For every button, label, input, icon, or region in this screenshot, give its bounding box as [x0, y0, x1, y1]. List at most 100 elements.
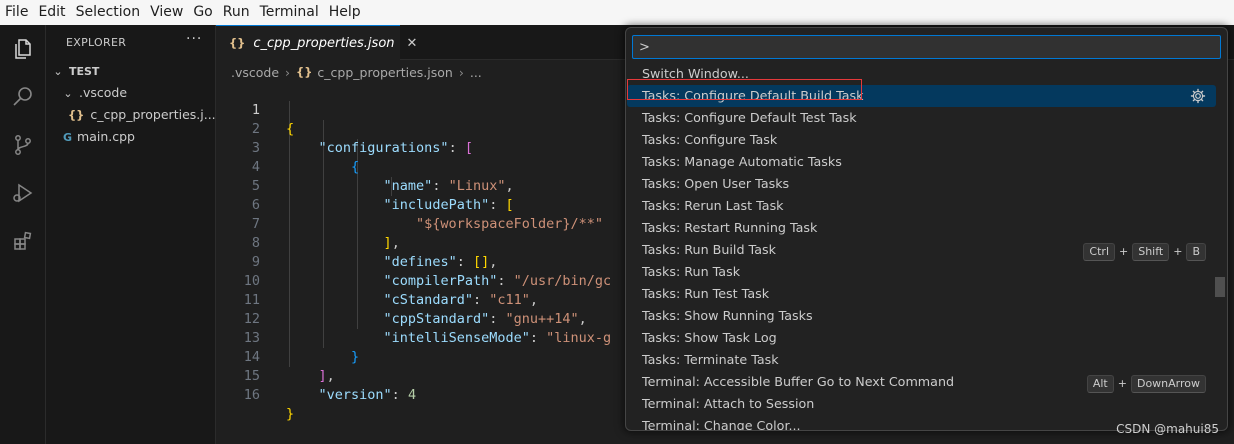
json-key: "cStandard": [383, 292, 473, 308]
breadcrumb-symbol[interactable]: ...: [470, 65, 482, 80]
menu-selection[interactable]: Selection: [71, 0, 146, 25]
code-line: 2 "configurations": [: [216, 101, 473, 156]
code-line: 12 "intelliSenseMode": "linux-g: [216, 291, 611, 346]
json-key: "includePath": [383, 197, 490, 213]
command-item-run-build-task[interactable]: Tasks: Run Build Task Ctrl + Shift + B: [627, 239, 1216, 261]
code-line: 6 "${workspaceFolder}/**": [216, 177, 603, 232]
code-line: 4 "name": "Linux",: [216, 139, 514, 194]
command-palette: Switch Window... Tasks: Configure Defaul…: [625, 27, 1228, 431]
code-line: 15 "version": 4: [216, 348, 416, 403]
line-number: 16: [243, 387, 260, 403]
scrollbar-thumb[interactable]: [1215, 277, 1225, 297]
highlight-annotation-box: [627, 79, 862, 100]
key-label: DownArrow: [1130, 375, 1206, 393]
menu-go[interactable]: Go: [188, 0, 217, 25]
file-label: c_cpp_properties.j...: [90, 107, 215, 122]
plus-sign: +: [1173, 245, 1183, 258]
tree-file-c-cpp-properties[interactable]: {} c_cpp_properties.j...: [46, 104, 215, 126]
key-label: Shift: [1132, 243, 1170, 261]
json-value: 4: [407, 387, 417, 403]
keybinding: Alt + DownArrow: [1086, 373, 1206, 395]
command-item[interactable]: Tasks: Run Task: [627, 261, 1216, 283]
json-file-icon: {}: [68, 108, 85, 122]
menu-help[interactable]: Help: [324, 0, 366, 25]
command-list: Switch Window... Tasks: Configure Defaul…: [626, 63, 1227, 430]
json-key: "cppStandard": [383, 311, 490, 327]
command-label: Tasks: Run Build Task: [642, 242, 776, 257]
run-debug-icon[interactable]: [0, 169, 46, 217]
json-key: "compilerPath": [383, 273, 498, 289]
code-line: 11 "cppStandard": "gnu++14",: [216, 272, 587, 327]
source-control-icon[interactable]: [0, 121, 46, 169]
code-line: 7 ],: [216, 196, 400, 251]
json-key: "intelliSenseMode": [383, 330, 530, 346]
breadcrumb-folder[interactable]: .vscode: [231, 65, 279, 80]
command-item[interactable]: Tasks: Rerun Last Task: [627, 195, 1216, 217]
json-value: "c11": [489, 292, 530, 308]
command-item[interactable]: Tasks: Show Task Log: [627, 327, 1216, 349]
command-item[interactable]: Tasks: Restart Running Task: [627, 217, 1216, 239]
code-line: 10 "cStandard": "c11",: [216, 253, 538, 308]
json-key: "defines": [383, 254, 457, 270]
folder-label: .vscode: [78, 85, 128, 100]
code-line: 1 {: [216, 82, 294, 137]
workspace-folder[interactable]: ⌄ TEST: [46, 60, 215, 82]
more-actions-icon[interactable]: ···: [186, 31, 202, 47]
explorer-sidebar: EXPLORER ··· ⌄ TEST ⌄ .vscode {} c_cpp_pr…: [46, 25, 216, 444]
command-item[interactable]: Tasks: Run Test Task: [627, 283, 1216, 305]
breadcrumb: .vscode › {} c_cpp_properties.json › ...: [231, 62, 482, 82]
menu-view[interactable]: View: [145, 0, 188, 25]
json-key: "version": [318, 387, 392, 403]
json-key: "name": [383, 178, 433, 194]
tab-c-cpp-properties[interactable]: {} c_cpp_properties.json ✕: [216, 25, 417, 60]
json-key: "configurations": [318, 140, 449, 156]
command-item[interactable]: Tasks: Configure Task: [627, 129, 1216, 151]
code-line: 9 "compilerPath": "/usr/bin/gc: [216, 234, 611, 289]
command-input[interactable]: [632, 35, 1221, 59]
code-line: 8 "defines": [],: [216, 215, 498, 270]
chevron-down-icon: ⌄: [53, 65, 63, 78]
command-item-accessible-buffer[interactable]: Terminal: Accessible Buffer Go to Next C…: [627, 371, 1216, 393]
plus-sign: +: [1117, 377, 1127, 390]
tab-label: c_cpp_properties.json: [253, 35, 395, 51]
extensions-icon[interactable]: [0, 217, 46, 265]
workspace-label: TEST: [68, 65, 100, 78]
tree-folder-vscode[interactable]: ⌄ .vscode: [46, 82, 215, 104]
menu-run[interactable]: Run: [218, 0, 255, 25]
keybinding: Ctrl + Shift + B: [1083, 241, 1206, 263]
close-icon[interactable]: ✕: [407, 36, 418, 51]
plus-sign: +: [1119, 245, 1129, 258]
json-value: "${workspaceFolder}/**": [416, 216, 603, 232]
json-value: "gnu++14": [505, 311, 579, 327]
cpp-file-icon: G: [63, 131, 73, 144]
json-value: "Linux": [448, 178, 506, 194]
menu-file[interactable]: File: [0, 0, 33, 25]
code-line: 3 {: [216, 120, 359, 175]
tree-file-main-cpp[interactable]: Gmain.cpp: [46, 126, 215, 148]
menu-bar: File Edit Selection View Go Run Terminal…: [0, 0, 1234, 25]
search-icon[interactable]: [0, 73, 46, 121]
key-label: Ctrl: [1083, 243, 1115, 261]
command-item[interactable]: Terminal: Attach to Session: [627, 393, 1216, 415]
command-item[interactable]: Tasks: Configure Default Test Task: [627, 107, 1216, 129]
key-label: B: [1186, 243, 1206, 261]
json-value: "linux-g: [546, 330, 612, 346]
gear-icon[interactable]: [1190, 88, 1206, 104]
code-line: 16 }: [216, 367, 294, 422]
code-line: 5 "includePath": [: [216, 158, 514, 213]
menu-edit[interactable]: Edit: [33, 0, 70, 25]
activity-bar: [0, 25, 46, 444]
command-item[interactable]: Tasks: Open User Tasks: [627, 173, 1216, 195]
file-label: main.cpp: [77, 129, 135, 144]
chevron-right-icon: ›: [285, 64, 291, 80]
json-file-icon: {}: [296, 65, 313, 79]
breadcrumb-file[interactable]: c_cpp_properties.json: [317, 65, 452, 80]
json-value: "/usr/bin/gc: [513, 273, 612, 289]
watermark: CSDN @mahui85: [1116, 422, 1219, 436]
command-item[interactable]: Tasks: Manage Automatic Tasks: [627, 151, 1216, 173]
explorer-icon[interactable]: [0, 25, 46, 73]
command-item[interactable]: Tasks: Show Running Tasks: [627, 305, 1216, 327]
code-line: 13 }: [216, 310, 359, 365]
command-item[interactable]: Tasks: Terminate Task: [627, 349, 1216, 371]
menu-terminal[interactable]: Terminal: [255, 0, 324, 25]
